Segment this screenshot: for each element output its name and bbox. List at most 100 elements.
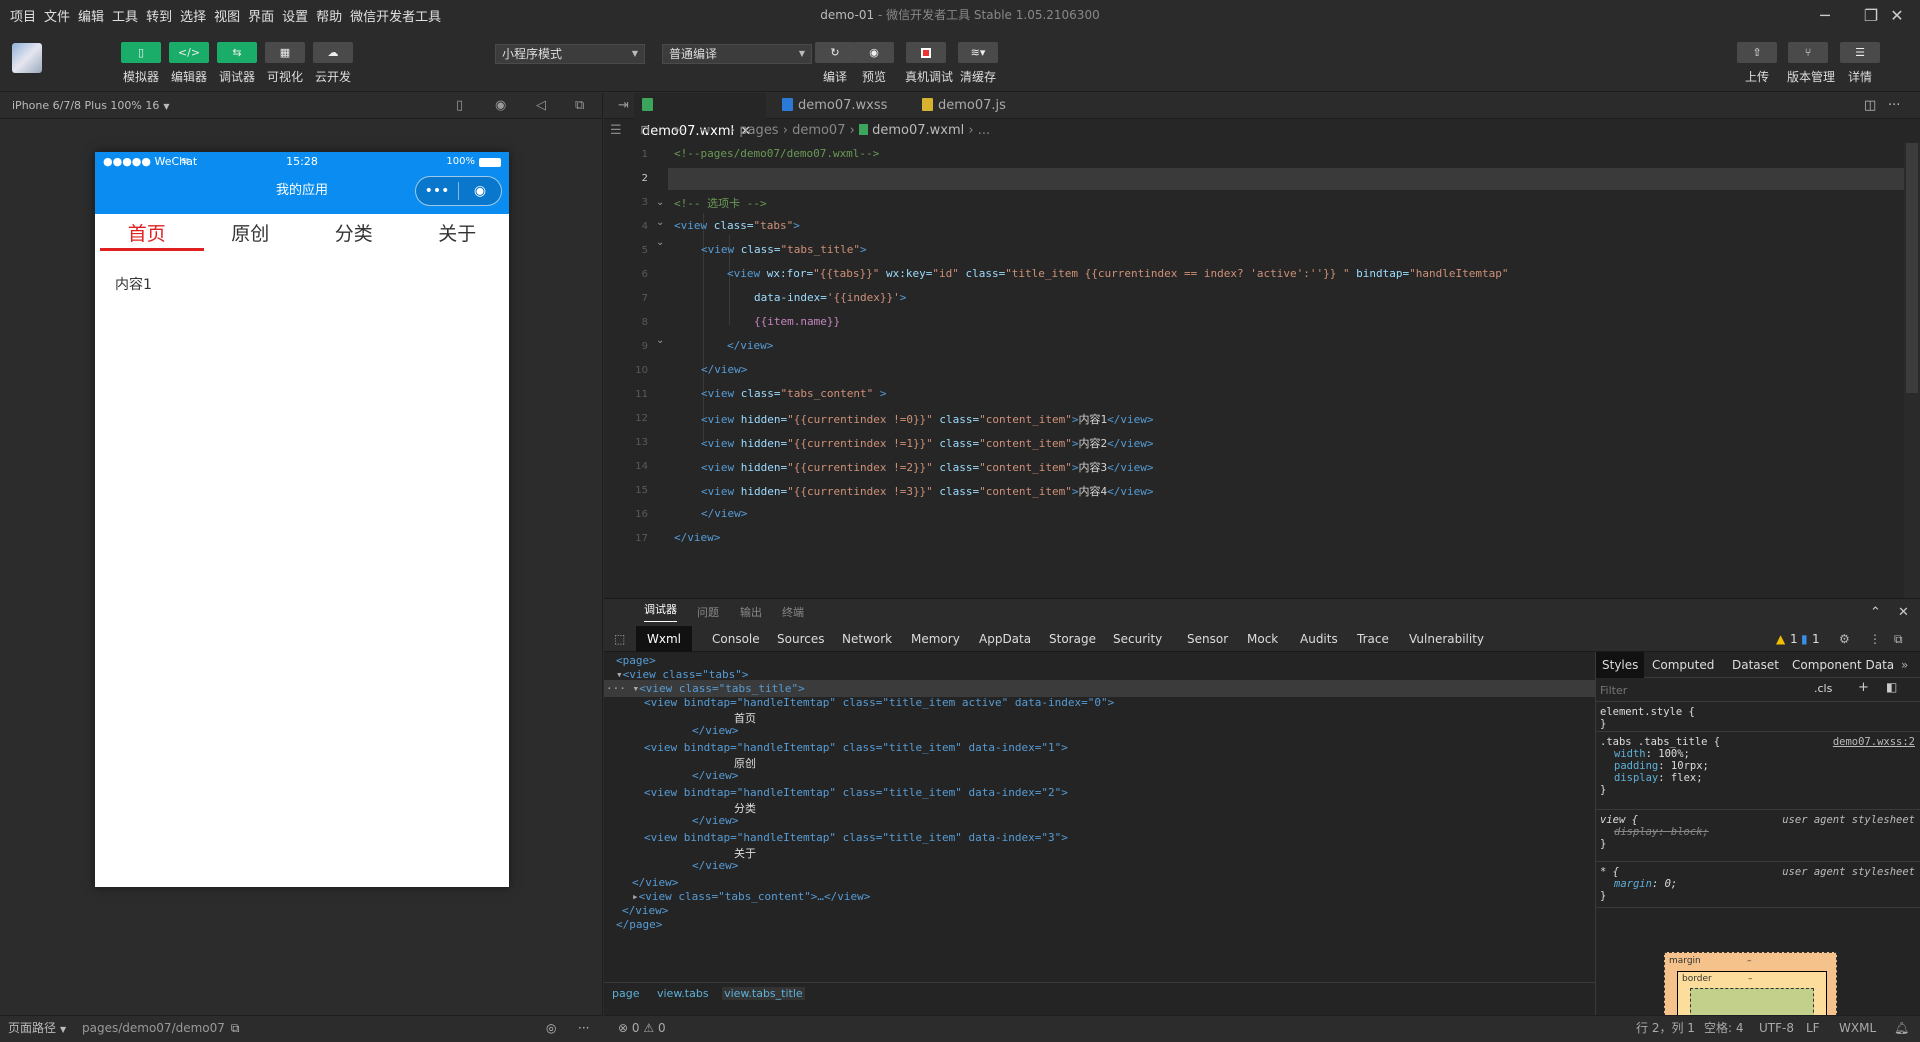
rule-source-link[interactable]: demo07.wxss:2 [1833, 736, 1915, 748]
close-icon[interactable]: ✕ [1874, 0, 1920, 30]
menu-item[interactable]: 微信开发者工具 [350, 6, 441, 25]
tree-page-open[interactable]: <page> [616, 654, 656, 667]
breadcrumb-demo07[interactable]: demo07 [792, 123, 845, 138]
forward-icon[interactable]: → [700, 119, 711, 143]
avatar[interactable] [12, 43, 42, 73]
rule-star-ua[interactable]: * { user agent stylesheet margin: 0; } [1596, 862, 1920, 908]
indent-setting[interactable]: 空格: 4 [1704, 1016, 1744, 1041]
tab-trace[interactable]: Trace [1357, 626, 1389, 652]
editor-scrollbar[interactable] [1904, 143, 1920, 598]
tab-security[interactable]: Security [1113, 626, 1162, 652]
crumb-view-tabs-title[interactable]: view.tabs_title [722, 987, 805, 1000]
details-button[interactable]: ☰ 详情 [1839, 42, 1881, 85]
crumb-view-tabs[interactable]: view.tabs [657, 987, 709, 1000]
compile-select[interactable]: 普通编译 ▼ [662, 44, 812, 64]
tab-mock[interactable]: Mock [1247, 626, 1278, 652]
dock-icon[interactable]: ⧉ [1894, 626, 1903, 652]
filter-input[interactable] [1600, 681, 1800, 699]
cls-toggle[interactable]: .cls [1814, 682, 1832, 695]
list-icon[interactable]: ☰ [610, 119, 622, 143]
toggle-sidebar-icon[interactable]: ◧ [1886, 680, 1897, 694]
tab-memory[interactable]: Memory [911, 626, 960, 652]
close-icon[interactable]: ✕ [1898, 599, 1909, 626]
debugger-button[interactable]: ⇆ 调试器 [216, 42, 258, 85]
remote-debug-button[interactable]: 真机调试 [905, 42, 953, 85]
split-editor-icon[interactable]: ◫ [1856, 93, 1876, 119]
simulator-button[interactable]: ▯ 模拟器 [120, 42, 162, 85]
fold-icon[interactable]: ⌄ [656, 217, 664, 228]
tab-component-data[interactable]: Component Data [1792, 652, 1894, 678]
more-icon[interactable]: ··· [578, 1016, 589, 1041]
collapse-icon[interactable]: ⌃ [1870, 599, 1881, 626]
tree-item-0-open[interactable]: <view bindtap="handleItemtap" class="tit… [644, 696, 1114, 709]
page-path-label[interactable]: 页面路径 [8, 1021, 56, 1035]
code-area[interactable]: 1 2 3 4 5 6 7 8 9 10 11 12 13 14 15 16 17 ⌄ ⌄ ⌄ ⌄ <!--pa… [604, 143, 1920, 598]
cursor-position[interactable]: 行 2，列 1 [1636, 1016, 1695, 1041]
compile-button[interactable]: ↻ 编译 [814, 42, 856, 85]
more-icon[interactable]: ••• [416, 177, 458, 205]
tab-original[interactable]: 原创 [199, 214, 303, 254]
inspect-icon[interactable]: ⬚ [614, 626, 625, 652]
chevron-right-icon[interactable]: » [1901, 652, 1908, 678]
menu-item[interactable]: 编辑 [78, 6, 104, 25]
copy-icon[interactable]: ⧉ [231, 1021, 240, 1035]
eye-icon[interactable]: ◎ [546, 1016, 556, 1041]
preview-button[interactable]: ◉ 预览 [853, 42, 895, 85]
scrollbar-thumb[interactable] [1906, 143, 1918, 393]
mode-select[interactable]: 小程序模式 ▼ [495, 44, 645, 64]
menu-item[interactable]: 设置 [282, 6, 308, 25]
device-select[interactable]: iPhone 6/7/8 Plus 100% 16 [12, 99, 159, 112]
version-button[interactable]: ⑂ 版本管理 [1787, 42, 1835, 85]
tab-demo07-js[interactable]: demo07.js [914, 93, 1024, 119]
tab-vulnerability[interactable]: Vulnerability [1409, 626, 1484, 652]
rule-tabs-title[interactable]: .tabs .tabs_title { demo07.wxss:2 width:… [1596, 732, 1920, 810]
record-icon[interactable]: ◉ [495, 93, 506, 119]
popout-icon[interactable]: ⧉ [575, 93, 584, 119]
tab-computed[interactable]: Computed [1652, 652, 1714, 678]
fold-icon[interactable]: ⌄ [656, 197, 664, 208]
menu-item[interactable]: 视图 [214, 6, 240, 25]
tab-demo07-wxml[interactable]: demo07.wxml ✕ [634, 93, 766, 139]
minimize-icon[interactable]: ─ [1802, 0, 1848, 30]
tab-appdata[interactable]: AppData [979, 626, 1031, 652]
tab-demo07-wxss[interactable]: demo07.wxss [774, 93, 902, 119]
upload-button[interactable]: ⇧ 上传 [1736, 42, 1778, 85]
volume-icon[interactable]: ◁ [536, 93, 546, 119]
phone-icon[interactable]: ▯ [456, 93, 463, 119]
tab-storage[interactable]: Storage [1049, 626, 1096, 652]
bookmark-icon[interactable]: ⊓ [640, 119, 650, 143]
tab-terminal[interactable]: 终端 [782, 599, 804, 626]
warning-icon[interactable]: ▲ [1776, 626, 1785, 652]
kebab-icon[interactable]: ⋮ [1869, 626, 1881, 652]
back-icon[interactable]: ← [674, 119, 685, 143]
problems-indicator[interactable]: ⊗ 0 ⚠ 0 [618, 1016, 666, 1041]
rule-view-ua[interactable]: view { user agent stylesheet display: bl… [1596, 810, 1920, 862]
more-icon[interactable]: ··· [1880, 93, 1900, 119]
bell-icon[interactable]: 🔔︎ [1894, 1016, 1909, 1041]
line-ending[interactable]: LF [1806, 1016, 1820, 1041]
crumb-page[interactable]: page [612, 987, 639, 1000]
gear-icon[interactable]: ⚙ [1839, 626, 1850, 652]
rule-element-style[interactable]: element.style {} [1596, 702, 1920, 732]
language-mode[interactable]: WXML [1839, 1016, 1876, 1041]
tree-tabs-node[interactable]: ▾<view class="tabs"> [616, 668, 748, 681]
sidebar-toggle-icon[interactable]: ⇥ [610, 93, 629, 119]
info-icon[interactable]: ▮ [1801, 626, 1808, 652]
add-rule-icon[interactable]: + [1858, 680, 1869, 695]
editor-button[interactable]: </> 编辑器 [168, 42, 210, 85]
menu-item[interactable]: 文件 [44, 6, 70, 25]
tab-styles[interactable]: Styles [1596, 652, 1645, 678]
tab-sources[interactable]: Sources [777, 626, 824, 652]
fold-icon[interactable]: ⌄ [656, 237, 664, 248]
breadcrumb-pages[interactable]: pages [739, 123, 778, 138]
tab-debugger[interactable]: 调试器 [644, 599, 677, 622]
menu-item[interactable]: 项目 [10, 6, 36, 25]
fold-icon[interactable]: ⌄ [656, 335, 664, 346]
breadcrumb-file[interactable]: demo07.wxml [872, 123, 964, 138]
tab-category[interactable]: 分类 [302, 214, 406, 254]
clear-cache-button[interactable]: ≋▾ 清缓存 [957, 42, 999, 85]
tab-console[interactable]: Console [712, 626, 760, 652]
menu-item[interactable]: 工具 [112, 6, 138, 25]
tab-wxml[interactable]: Wxml [636, 626, 692, 652]
menu-item[interactable]: 界面 [248, 6, 274, 25]
